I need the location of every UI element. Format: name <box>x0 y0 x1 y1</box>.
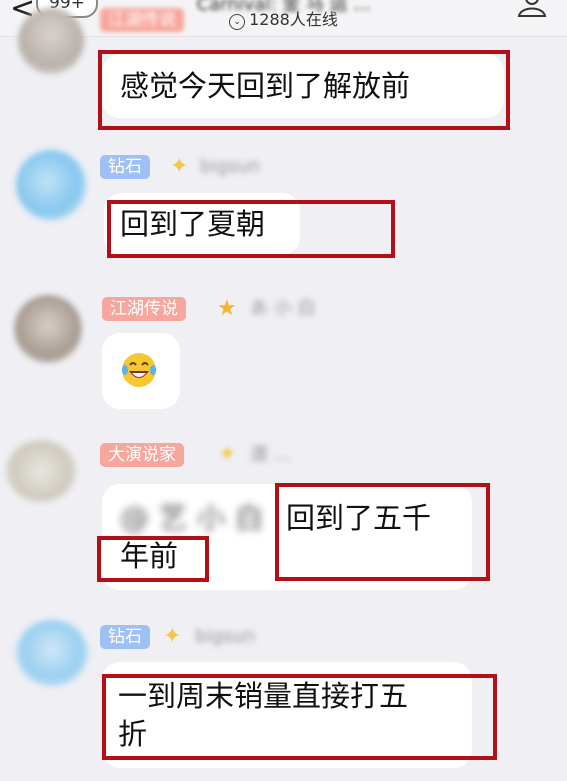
star-icon: ✦ <box>170 154 189 179</box>
highlight-box <box>98 50 510 130</box>
online-count-label: 1288人在线 <box>249 10 338 29</box>
avatar[interactable] <box>6 440 76 502</box>
chat-header: < 99+ Carnival: 金 马 运 ... ⌄ 1288人在线 <box>0 0 567 37</box>
highlight-box <box>102 674 497 760</box>
message-bubble[interactable] <box>102 333 180 409</box>
online-count[interactable]: ⌄ 1288人在线 <box>0 10 567 30</box>
chevron-down-icon: ⌄ <box>229 14 246 30</box>
sender-title-badge: 钻石 <box>100 625 150 649</box>
laughing-with-tears-emoji-icon <box>122 353 156 387</box>
members-icon[interactable] <box>515 0 549 18</box>
avatar[interactable] <box>18 8 84 74</box>
sender-title-badge: 钻石 <box>100 155 150 179</box>
avatar[interactable] <box>16 150 86 220</box>
highlight-box <box>275 483 490 581</box>
star-icon: ✦ <box>218 442 237 467</box>
sender-name[interactable]: bigsun <box>195 625 255 649</box>
star-icon: ★ <box>217 296 237 321</box>
star-icon: ✦ <box>163 624 182 649</box>
sender-title-badge: 江湖传说 <box>100 8 184 32</box>
highlight-box <box>107 200 395 258</box>
sender-name[interactable]: bigsun <box>200 155 260 179</box>
sender-title-badge: 大演说家 <box>100 443 184 467</box>
sender-name[interactable]: あ 小 白 <box>250 297 315 321</box>
sender-name[interactable]: 渡 ... <box>250 443 291 467</box>
avatar[interactable] <box>16 620 88 686</box>
mention-text[interactable]: @ 艺 小 白 <box>120 500 264 536</box>
highlight-box <box>97 536 209 582</box>
sender-title-badge: 江湖传说 <box>102 297 186 321</box>
avatar[interactable] <box>14 295 82 363</box>
